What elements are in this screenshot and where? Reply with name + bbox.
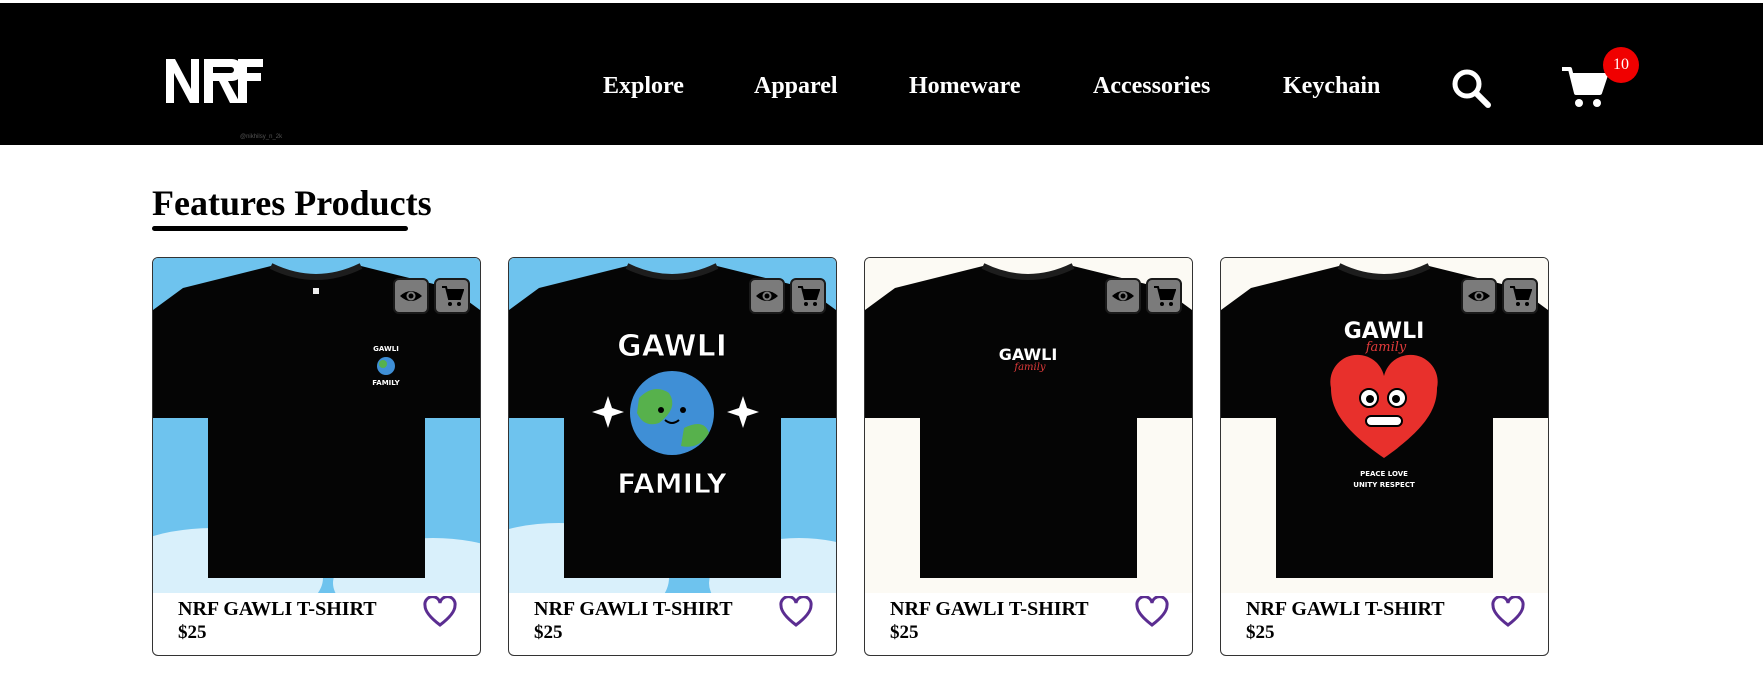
product-price: $25	[534, 622, 563, 643]
svg-text:FAMILY: FAMILY	[372, 379, 400, 387]
cart-icon	[1154, 286, 1176, 306]
print-text: FAMILY	[617, 467, 727, 500]
add-to-cart-button[interactable]	[790, 278, 826, 314]
print-script: family	[1013, 362, 1046, 373]
quick-view-button[interactable]	[1105, 278, 1141, 314]
wishlist-button[interactable]	[1135, 595, 1169, 628]
print-text: GAWLI	[617, 329, 727, 364]
search-icon	[1452, 69, 1491, 108]
title-underline	[152, 226, 408, 231]
eye-icon	[756, 291, 778, 301]
cart-icon	[1562, 67, 1608, 107]
logo-caption: @nikhilsy_n_2k	[240, 134, 283, 140]
add-to-cart-button[interactable]	[1146, 278, 1182, 314]
section-title: Features Products	[152, 183, 432, 223]
product-name[interactable]: NRF GAWLI T-SHIRT	[178, 598, 377, 621]
eye-icon	[400, 291, 422, 301]
svg-text:GAWLI: GAWLI	[373, 345, 399, 353]
product-image[interactable]: GAWLI family PEACE LOVE UNITY RESPECT	[1221, 258, 1548, 593]
product-price: $25	[178, 622, 207, 643]
heart-icon	[423, 595, 457, 627]
add-to-cart-button[interactable]	[1502, 278, 1538, 314]
wishlist-button[interactable]	[423, 595, 457, 628]
nav-explore[interactable]: Explore	[603, 73, 684, 100]
nav-accessories[interactable]: Accessories	[1093, 73, 1210, 100]
cart-count-badge: 10	[1603, 47, 1639, 83]
product-price: $25	[1246, 622, 1275, 643]
product-card[interactable]: GAWLI family PEACE LOVE UNITY RESPECT NR…	[1220, 257, 1549, 656]
product-card[interactable]: GAWLI FAMILY NRF GAWLI T-SHIRT $25	[152, 257, 481, 656]
eye-icon	[1112, 291, 1134, 301]
heart-icon	[779, 595, 813, 627]
heart-icon	[1135, 595, 1169, 627]
cart-icon	[798, 286, 820, 306]
product-card[interactable]: GAWLI FAMILY NRF GAWLI T-SHIRT $25	[508, 257, 837, 656]
product-price: $25	[890, 622, 919, 643]
product-image[interactable]: GAWLI FAMILY	[509, 258, 836, 593]
wishlist-button[interactable]	[779, 595, 813, 628]
nav-homeware[interactable]: Homeware	[909, 73, 1021, 100]
site-header: @nikhilsy_n_2k Explore Apparel Homeware …	[0, 3, 1763, 145]
print-line: UNITY RESPECT	[1353, 481, 1415, 489]
eye-icon	[1468, 291, 1490, 301]
quick-view-button[interactable]	[749, 278, 785, 314]
quick-view-button[interactable]	[393, 278, 429, 314]
product-name[interactable]: NRF GAWLI T-SHIRT	[890, 598, 1089, 621]
nav-apparel[interactable]: Apparel	[754, 73, 838, 100]
print-script: family	[1365, 340, 1407, 355]
product-card[interactable]: GAWLI family NRF GAWLI T-SHIRT $25	[864, 257, 1193, 656]
cart-icon	[1510, 286, 1532, 306]
cart-button[interactable]	[1560, 65, 1608, 109]
quick-view-button[interactable]	[1461, 278, 1497, 314]
search-button[interactable]	[1450, 67, 1492, 109]
cart-icon	[442, 286, 464, 306]
product-image[interactable]: GAWLI family	[865, 258, 1192, 593]
heart-icon	[1491, 595, 1525, 627]
nav-keychain[interactable]: Keychain	[1283, 73, 1380, 100]
add-to-cart-button[interactable]	[434, 278, 470, 314]
product-image[interactable]: GAWLI FAMILY	[153, 258, 480, 593]
print-line: PEACE LOVE	[1360, 470, 1408, 478]
wishlist-button[interactable]	[1491, 595, 1525, 628]
product-name[interactable]: NRF GAWLI T-SHIRT	[534, 598, 733, 621]
nrf-logo[interactable]	[164, 53, 264, 109]
product-name[interactable]: NRF GAWLI T-SHIRT	[1246, 598, 1445, 621]
